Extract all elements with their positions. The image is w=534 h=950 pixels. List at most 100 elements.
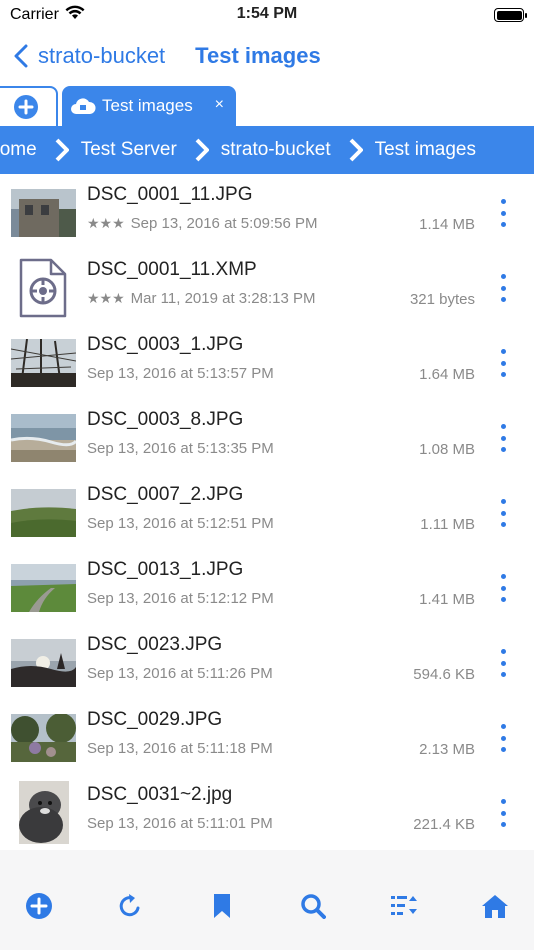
list-item[interactable]: DSC_0001_11.XMP ★★★ Mar 11, 2019 at 3:28… xyxy=(0,250,534,325)
tab-label: Test images xyxy=(102,96,193,115)
file-meta: Sep 13, 2016 at 5:12:51 PM xyxy=(87,515,274,532)
breadcrumb-item-strato-bucket[interactable]: strato-bucket xyxy=(221,139,331,161)
file-date: Sep 13, 2016 at 5:13:35 PM xyxy=(87,440,274,457)
breadcrumb-label: Test Server xyxy=(80,139,177,160)
breadcrumb-item-home[interactable]: Home xyxy=(0,139,37,161)
photo-thumbnail xyxy=(11,414,76,462)
photo-thumbnail xyxy=(11,189,76,237)
file-size: 1.08 MB xyxy=(419,441,475,458)
file-name: DSC_0003_1.JPG xyxy=(87,334,244,355)
more-options-icon[interactable] xyxy=(498,199,508,227)
list-item[interactable]: DSC_0007_2.JPG Sep 13, 2016 at 5:12:51 P… xyxy=(0,475,534,550)
more-options-icon[interactable] xyxy=(498,274,508,302)
back-button[interactable]: strato-bucket xyxy=(14,43,165,69)
rating-stars: ★★★ xyxy=(87,215,125,231)
tab-test-images[interactable]: Test images × xyxy=(62,86,236,126)
file-date: Sep 13, 2016 at 5:12:51 PM xyxy=(87,515,274,532)
chevron-left-icon xyxy=(14,44,28,68)
file-size: 1.41 MB xyxy=(419,591,475,608)
status-bar: Carrier xyxy=(0,0,534,30)
list-item[interactable]: DSC_0031~2.jpg Sep 13, 2016 at 5:11:01 P… xyxy=(0,775,534,850)
battery-icon xyxy=(494,8,527,22)
page-title: Test images xyxy=(195,43,321,68)
breadcrumb-item-test-images[interactable]: Test images xyxy=(375,139,476,161)
chevron-right-icon xyxy=(349,138,363,162)
file-size: 594.6 KB xyxy=(413,666,475,683)
xmp-file-icon xyxy=(18,257,68,319)
more-options-icon[interactable] xyxy=(498,349,508,377)
home-icon[interactable] xyxy=(481,893,509,919)
file-name: DSC_0031~2.jpg xyxy=(87,784,233,805)
tab-bar: Test images × xyxy=(0,86,534,126)
more-options-icon[interactable] xyxy=(498,574,508,602)
more-options-icon[interactable] xyxy=(498,649,508,677)
search-icon[interactable] xyxy=(300,893,326,919)
file-name: DSC_0001_11.JPG xyxy=(87,184,253,205)
list-item[interactable]: DSC_0013_1.JPG Sep 13, 2016 at 5:12:12 P… xyxy=(0,550,534,625)
file-meta: Sep 13, 2016 at 5:11:18 PM xyxy=(87,740,273,757)
refresh-icon[interactable] xyxy=(118,893,142,919)
file-date: Sep 13, 2016 at 5:09:56 PM xyxy=(130,215,318,232)
breadcrumb-label: Home xyxy=(0,139,37,160)
photo-thumbnail xyxy=(11,339,76,387)
file-list: DSC_0001_11.JPG ★★★ Sep 13, 2016 at 5:09… xyxy=(0,175,534,850)
file-name: DSC_0023.JPG xyxy=(87,634,223,655)
list-item[interactable]: DSC_0003_8.JPG Sep 13, 2016 at 5:13:35 P… xyxy=(0,400,534,475)
file-meta: Sep 13, 2016 at 5:12:12 PM xyxy=(87,590,274,607)
bookmark-icon[interactable] xyxy=(213,893,231,919)
file-size: 2.13 MB xyxy=(419,741,475,758)
plus-circle-icon xyxy=(14,95,38,119)
file-meta: Sep 13, 2016 at 5:13:57 PM xyxy=(87,365,274,382)
rating-stars: ★★★ xyxy=(87,290,125,306)
photo-thumbnail xyxy=(11,639,76,687)
file-date: Sep 13, 2016 at 5:11:26 PM xyxy=(87,665,273,682)
wifi-icon xyxy=(65,5,85,25)
list-item[interactable]: DSC_0003_1.JPG Sep 13, 2016 at 5:13:57 P… xyxy=(0,325,534,400)
more-options-icon[interactable] xyxy=(498,499,508,527)
bottom-toolbar xyxy=(0,850,534,950)
sort-list-icon[interactable] xyxy=(390,893,418,919)
back-label: strato-bucket xyxy=(38,43,166,68)
file-size: 221.4 KB xyxy=(413,816,475,833)
photo-thumbnail xyxy=(19,781,69,844)
chevron-right-icon xyxy=(195,138,209,162)
list-item[interactable]: DSC_0029.JPG Sep 13, 2016 at 5:11:18 PM … xyxy=(0,700,534,775)
file-meta: Sep 13, 2016 at 5:13:35 PM xyxy=(87,440,274,457)
file-meta: Sep 13, 2016 at 5:11:26 PM xyxy=(87,665,273,682)
file-size: 1.14 MB xyxy=(419,216,475,233)
file-name: DSC_0003_8.JPG xyxy=(87,409,244,430)
file-size: 1.64 MB xyxy=(419,366,475,383)
more-options-icon[interactable] xyxy=(498,424,508,452)
file-name: DSC_0013_1.JPG xyxy=(87,559,244,580)
photo-thumbnail xyxy=(11,714,76,762)
breadcrumb-item-test-server[interactable]: Test Server xyxy=(81,139,177,161)
add-circle-icon[interactable] xyxy=(25,892,53,920)
file-meta: ★★★ Sep 13, 2016 at 5:09:56 PM xyxy=(87,215,317,232)
chevron-right-icon xyxy=(55,138,69,162)
more-options-icon[interactable] xyxy=(498,799,508,827)
file-name: DSC_0007_2.JPG xyxy=(87,484,244,505)
cloud-server-icon xyxy=(71,98,96,114)
photo-thumbnail xyxy=(11,489,76,537)
close-tab-icon[interactable]: × xyxy=(215,96,224,114)
navigation-bar: strato-bucket Test images xyxy=(0,30,534,82)
file-date: Sep 13, 2016 at 5:11:01 PM xyxy=(87,815,273,832)
file-date: Sep 13, 2016 at 5:11:18 PM xyxy=(87,740,273,757)
list-item[interactable]: DSC_0023.JPG Sep 13, 2016 at 5:11:26 PM … xyxy=(0,625,534,700)
file-date: Mar 11, 2019 at 3:28:13 PM xyxy=(130,290,316,307)
file-meta: Sep 13, 2016 at 5:11:01 PM xyxy=(87,815,273,832)
file-name: DSC_0029.JPG xyxy=(87,709,223,730)
list-item[interactable]: DSC_0001_11.JPG ★★★ Sep 13, 2016 at 5:09… xyxy=(0,175,534,250)
file-size: 321 bytes xyxy=(409,291,475,308)
file-date: Sep 13, 2016 at 5:12:12 PM xyxy=(87,590,274,607)
carrier-label: Carrier xyxy=(10,6,59,23)
breadcrumb-label: strato-bucket xyxy=(220,139,331,160)
file-date: Sep 13, 2016 at 5:13:57 PM xyxy=(87,365,274,382)
breadcrumb-label: Test images xyxy=(374,139,476,160)
new-tab-button[interactable] xyxy=(0,86,58,126)
more-options-icon[interactable] xyxy=(498,724,508,752)
photo-thumbnail xyxy=(11,564,76,612)
file-name: DSC_0001_11.XMP xyxy=(87,259,257,280)
breadcrumb: Home Test Server strato-bucket Test imag… xyxy=(0,126,534,174)
file-meta: ★★★ Mar 11, 2019 at 3:28:13 PM xyxy=(87,290,316,307)
